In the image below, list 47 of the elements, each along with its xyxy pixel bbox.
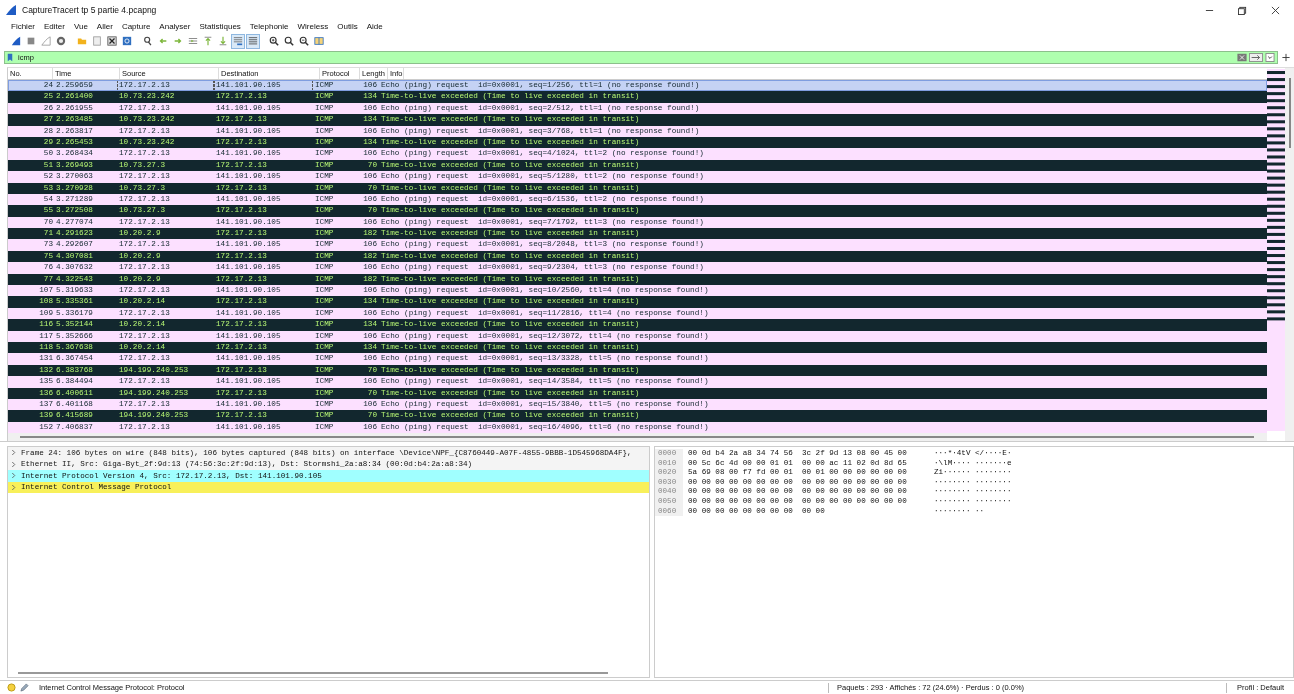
close-icon[interactable] [1271, 5, 1280, 15]
menu-item[interactable]: Editer [44, 22, 65, 31]
back-arrow-icon [158, 36, 168, 46]
close-file-button[interactable] [105, 33, 119, 49]
forward-arrow-icon [173, 36, 183, 46]
close-file-icon [107, 36, 117, 46]
go-to-packet-icon [188, 36, 198, 46]
menu-item[interactable]: Fichier [11, 22, 35, 31]
window-title: CaptureTracert tp 5 partie 4.pcapng [22, 5, 157, 15]
maximize-icon[interactable] [1238, 5, 1247, 15]
add-icon[interactable] [1281, 53, 1291, 62]
zoom-in-icon [269, 36, 279, 46]
capture-options-icon [56, 36, 66, 46]
last-packet-icon [218, 36, 228, 46]
menu-item[interactable]: Outils [337, 22, 358, 31]
autoscroll-icon [233, 36, 243, 46]
restart-capture-button[interactable] [39, 33, 53, 49]
menu-item[interactable]: Capture [121, 22, 151, 31]
menu-item[interactable]: Statistiques [199, 22, 241, 31]
find-icon [143, 36, 153, 46]
zoom-out-icon [284, 36, 294, 46]
menu-item[interactable]: Analyser [159, 22, 191, 31]
open-folder-icon [77, 36, 87, 46]
autoscroll-button[interactable] [231, 33, 245, 49]
expert-info-icon[interactable] [7, 683, 16, 692]
clear-icon[interactable] [1237, 53, 1247, 62]
shark-fin-icon [5, 4, 17, 16]
menu-item[interactable]: Vue [73, 22, 88, 31]
start-capture-icon [11, 36, 21, 46]
stop-capture-icon [26, 36, 36, 46]
resize-columns-icon [314, 36, 324, 46]
file-icon [92, 36, 102, 46]
first-packet-icon [203, 36, 213, 46]
bookmark-icon[interactable] [7, 53, 13, 62]
apply-arrow-icon[interactable] [1249, 53, 1263, 62]
menu-item[interactable]: Telephonie [249, 22, 289, 31]
colorize-button[interactable] [246, 33, 260, 49]
dropdown-icon[interactable] [1265, 53, 1275, 62]
menu-item[interactable]: Aide [366, 22, 383, 31]
menu-item[interactable]: Aller [96, 22, 113, 31]
colorize-icon [248, 36, 258, 46]
zoom-reset-icon [299, 36, 309, 46]
menu-item[interactable]: Wireless [297, 22, 329, 31]
restart-capture-icon [41, 36, 51, 46]
packet-minimap-drawing[interactable] [1267, 69, 1285, 431]
pencil-icon[interactable] [20, 683, 29, 692]
reload-icon [122, 36, 132, 46]
